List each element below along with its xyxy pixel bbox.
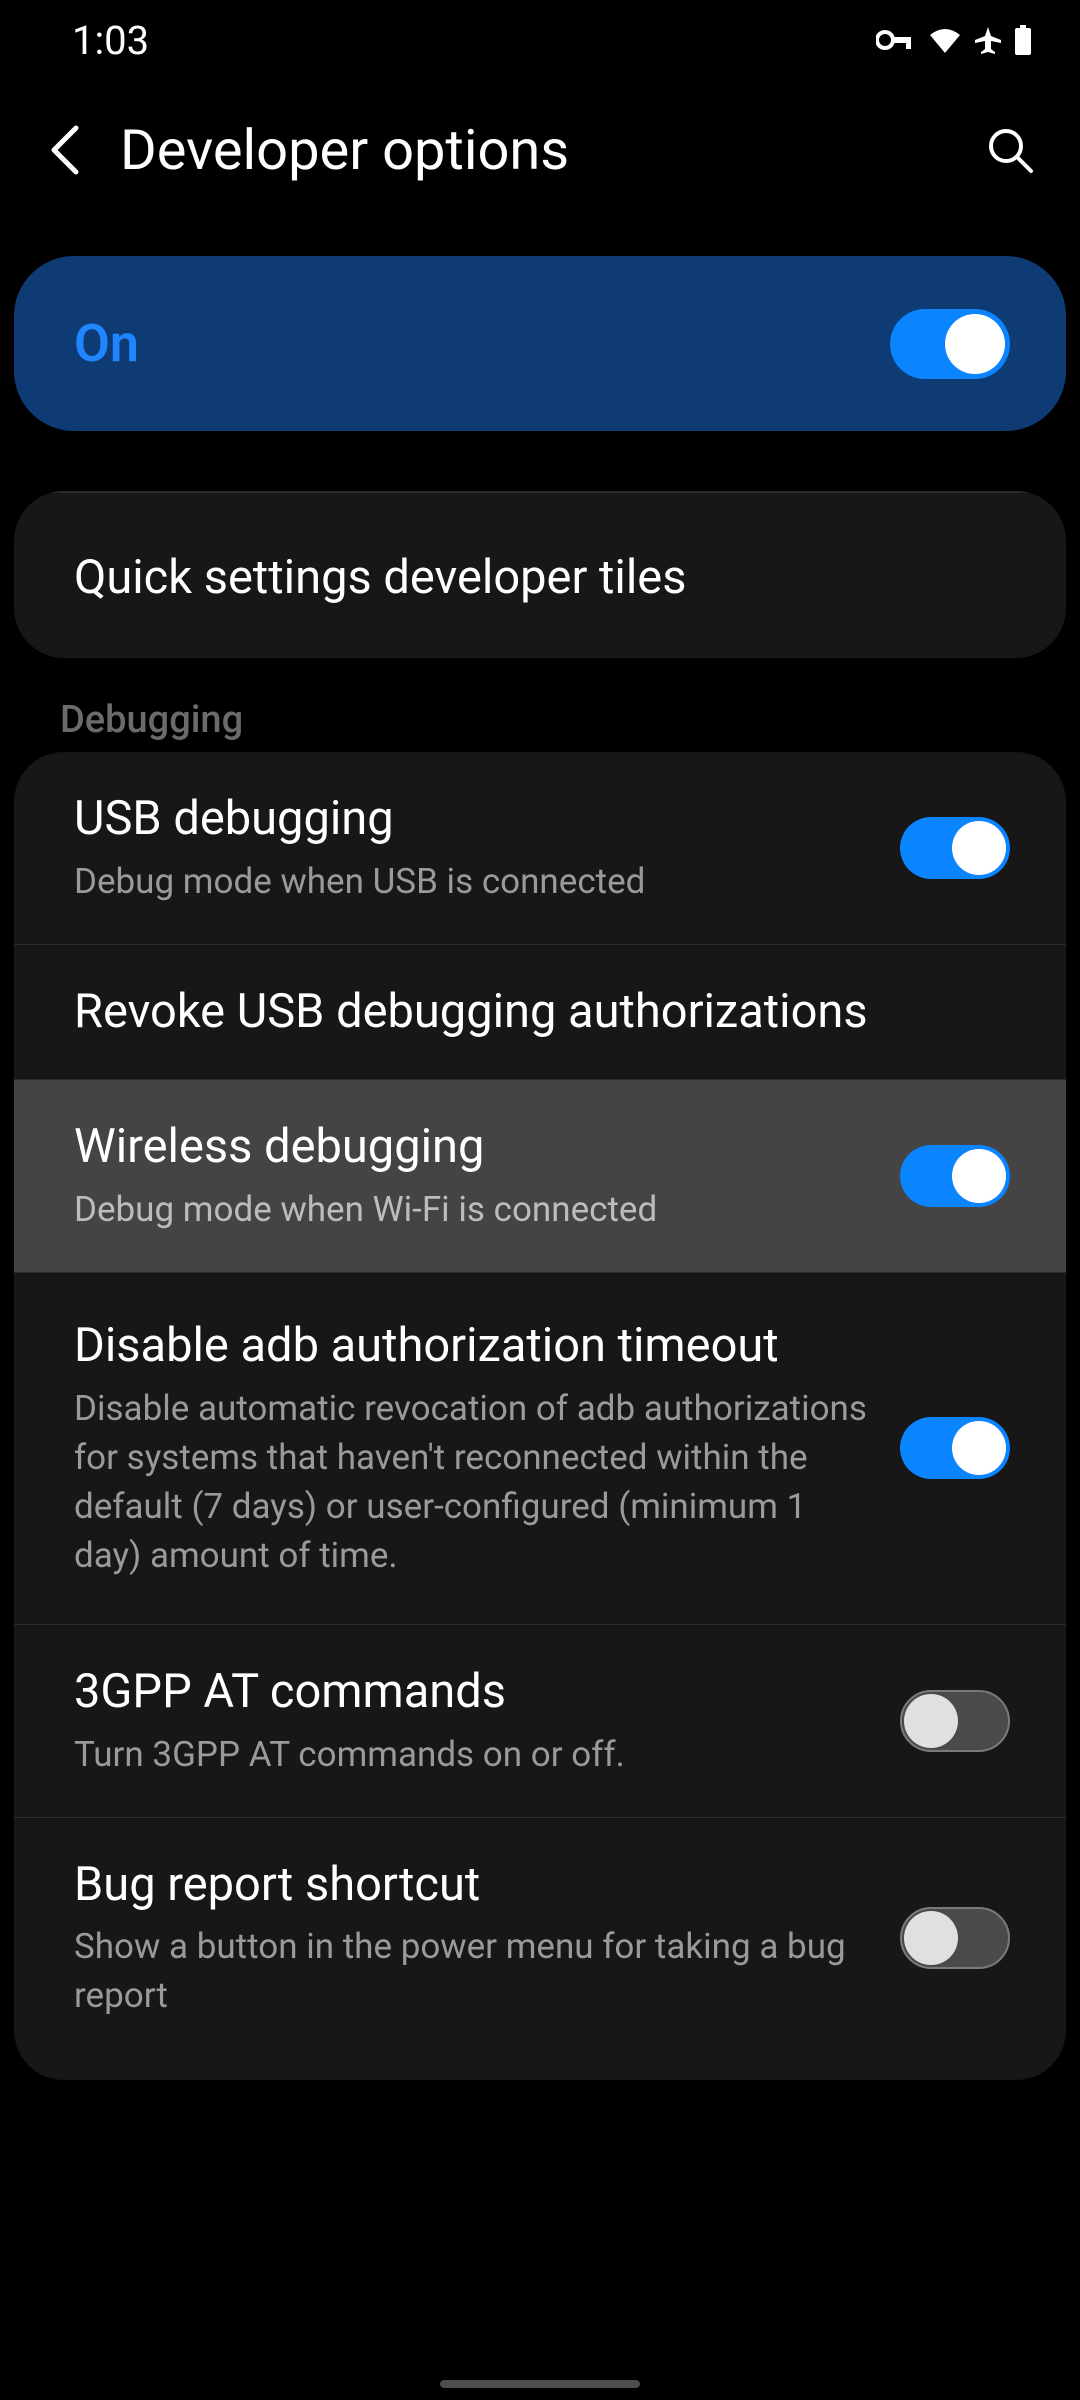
row-disable-adb-timeout[interactable]: Disable adb authorization timeout Disabl… xyxy=(14,1272,1066,1624)
chevron-left-icon xyxy=(48,124,82,176)
section-header-debugging: Debugging xyxy=(0,698,1080,742)
airplane-icon xyxy=(974,26,1002,54)
row-subtitle: Disable automatic revocation of adb auth… xyxy=(74,1384,870,1580)
master-toggle-card[interactable]: On xyxy=(14,256,1066,431)
status-bar: 1:03 xyxy=(0,0,1080,80)
search-button[interactable] xyxy=(980,120,1040,180)
vpn-key-icon xyxy=(876,29,916,51)
wifi-icon xyxy=(928,27,962,53)
master-toggle-switch[interactable] xyxy=(890,309,1010,379)
row-3gpp-at[interactable]: 3GPP AT commands Turn 3GPP AT commands o… xyxy=(14,1624,1066,1817)
back-button[interactable] xyxy=(40,125,90,175)
row-title: Quick settings developer tiles xyxy=(74,549,1006,608)
row-usb-debugging[interactable]: USB debugging Debug mode when USB is con… xyxy=(14,752,1066,944)
row-title: 3GPP AT commands xyxy=(74,1663,870,1722)
row-quick-tiles[interactable]: Quick settings developer tiles xyxy=(14,493,1066,658)
row-title: Bug report shortcut xyxy=(74,1856,870,1915)
toggle-disable-adb-timeout[interactable] xyxy=(900,1417,1010,1479)
row-revoke-usb-auth[interactable]: Revoke USB debugging authorizations xyxy=(14,944,1066,1080)
gesture-nav-bar[interactable] xyxy=(440,2380,640,2388)
page-title: Developer options xyxy=(120,117,950,183)
toggle-usb-debugging[interactable] xyxy=(900,817,1010,879)
status-time: 1:03 xyxy=(72,17,149,64)
toggle-wireless-debugging[interactable] xyxy=(900,1145,1010,1207)
search-icon xyxy=(985,125,1035,175)
app-header: Developer options xyxy=(0,80,1080,250)
row-title: USB debugging xyxy=(74,790,870,849)
toggle-3gpp-at[interactable] xyxy=(900,1690,1010,1752)
battery-icon xyxy=(1014,25,1032,55)
toggle-bug-report[interactable] xyxy=(900,1907,1010,1969)
row-subtitle: Show a button in the power menu for taki… xyxy=(74,1922,870,2020)
group-quick-tiles: Quick settings developer tiles xyxy=(14,491,1066,658)
row-subtitle: Debug mode when Wi-Fi is connected xyxy=(74,1185,870,1234)
row-title: Disable adb authorization timeout xyxy=(74,1317,870,1376)
row-title: Wireless debugging xyxy=(74,1118,870,1177)
row-bug-report-shortcut[interactable]: Bug report shortcut Show a button in the… xyxy=(14,1817,1066,2081)
row-subtitle: Turn 3GPP AT commands on or off. xyxy=(74,1730,870,1779)
group-debugging: USB debugging Debug mode when USB is con… xyxy=(14,752,1066,2081)
row-subtitle: Debug mode when USB is connected xyxy=(74,857,870,906)
master-toggle-label: On xyxy=(74,313,139,374)
row-wireless-debugging[interactable]: Wireless debugging Debug mode when Wi-Fi… xyxy=(14,1079,1066,1272)
row-title: Revoke USB debugging authorizations xyxy=(74,983,1010,1042)
status-icons xyxy=(876,25,1032,55)
